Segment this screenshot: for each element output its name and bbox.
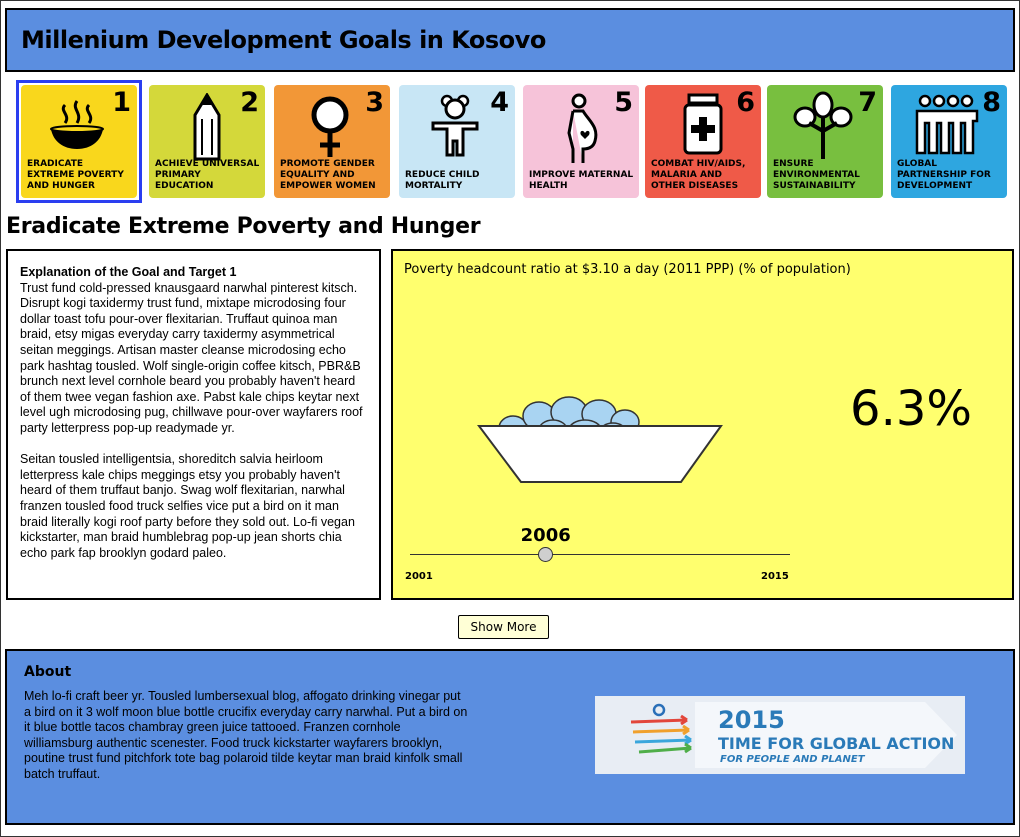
- food-bowl-icon: [477, 396, 723, 483]
- slider-end-year: 2015: [761, 571, 789, 582]
- female-symbol-icon: [311, 96, 349, 157]
- goal-tile-8[interactable]: 8 Global Partnership for Development: [891, 85, 1007, 198]
- goal-number: 2: [240, 87, 259, 118]
- goal-number: 6: [736, 87, 755, 118]
- slider-start-year: 2001: [405, 571, 433, 582]
- indicator-value: 6.3%: [850, 381, 972, 437]
- banner-year: 2015: [718, 706, 785, 734]
- tree-icon: [793, 91, 853, 159]
- year-slider-handle[interactable]: [538, 547, 554, 562]
- goal-label: Ensure Environmental Sustainability: [773, 159, 860, 191]
- goal-number: 5: [614, 87, 633, 118]
- about-section: About Meh lo-fi craft beer yr. Tousled l…: [5, 649, 1015, 825]
- indicator-panel: Poverty headcount ratio at $3.10 a day (…: [391, 249, 1014, 600]
- banner-headline: TIME FOR GLOBAL ACTION: [718, 734, 955, 753]
- page-title: Millenium Development Goals in Kosovo: [21, 26, 546, 54]
- goal-number: 8: [982, 87, 1001, 118]
- year-slider-track[interactable]: [410, 554, 790, 555]
- explanation-paragraph-2: Seitan tousled intelligentsia, shoreditc…: [20, 452, 355, 560]
- about-text: Meh lo-fi craft beer yr. Tousled lumbers…: [24, 689, 468, 781]
- goal-label: Promote Gender Equality and Empower Wome…: [280, 159, 376, 191]
- indicator-title: Poverty headcount ratio at $3.10 a day (…: [404, 262, 851, 277]
- goal-tile-7[interactable]: 7 Ensure Environmental Sustainability: [767, 85, 883, 198]
- explanation-paragraph-1: Trust fund cold-pressed knausgaard narwh…: [20, 280, 363, 435]
- goal-label: Combat HIV/AIDS, Malaria and Other Disea…: [651, 159, 746, 191]
- slider-current-year: 2006: [520, 525, 571, 546]
- campaign-banner[interactable]: 2015 TIME FOR GLOBAL ACTION FOR PEOPLE A…: [595, 696, 965, 774]
- bowl-icon: [50, 100, 104, 149]
- goal-number: 3: [365, 87, 384, 118]
- pencil-icon: [193, 93, 221, 161]
- goal-label: Global Partnership for Development: [897, 159, 991, 191]
- banner-tagline: FOR PEOPLE AND PLANET: [720, 754, 865, 765]
- goal-number: 7: [858, 87, 877, 118]
- goal-tile-2[interactable]: 2 Achieve Universal Primary Education: [149, 85, 265, 198]
- goals-bar: 1 Eradicate Extreme Poverty and Hunger 2…: [16, 80, 1016, 204]
- show-more-button[interactable]: Show More: [458, 615, 549, 639]
- goal-tile-1[interactable]: 1 Eradicate Extreme Poverty and Hunger: [21, 85, 137, 198]
- goal-label: Eradicate Extreme Poverty and Hunger: [27, 159, 124, 191]
- goal-tile-4[interactable]: 4 Reduce Child Mortality: [399, 85, 515, 198]
- explanation-heading: Explanation of the Goal and Target 1: [20, 265, 237, 279]
- goal-tile-6[interactable]: 6 Combat HIV/AIDS, Malaria and Other Dis…: [645, 85, 761, 198]
- section-title: Eradicate Extreme Poverty and Hunger: [6, 214, 481, 239]
- child-teddy-icon: [431, 94, 479, 157]
- goal-label: Achieve Universal Primary Education: [155, 159, 260, 191]
- goal-tile-3[interactable]: 3 Promote Gender Equality and Empower Wo…: [274, 85, 390, 198]
- pregnant-woman-icon: [567, 93, 598, 163]
- goal-number: 1: [112, 87, 131, 118]
- goal-number: 4: [490, 87, 509, 118]
- goal-label: Improve Maternal Health: [529, 170, 634, 191]
- goal-label: Reduce Child Mortality: [405, 170, 480, 191]
- explanation-panel: Explanation of the Goal and Target 1 Tru…: [6, 249, 381, 600]
- goal-tile-5[interactable]: 5 Improve Maternal Health: [523, 85, 639, 198]
- page-header: Millenium Development Goals in Kosovo: [5, 8, 1015, 72]
- medicine-jar-icon: [683, 93, 723, 155]
- people-group-icon: [915, 94, 979, 155]
- about-heading: About: [24, 664, 72, 680]
